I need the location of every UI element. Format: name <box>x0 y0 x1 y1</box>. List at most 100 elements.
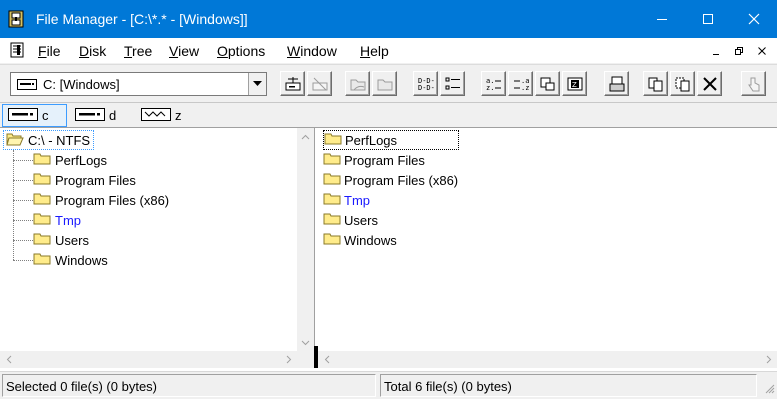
tree-vertical-scrollbar[interactable] <box>297 128 314 351</box>
svg-text:z.: z. <box>486 84 494 92</box>
sort-by-date-icon: Z <box>567 77 582 90</box>
scroll-left-icon[interactable] <box>0 351 17 368</box>
sort-by-date-button[interactable]: Z <box>562 71 587 96</box>
tree-item[interactable]: Program Files (x86) <box>13 190 169 210</box>
disconnect-network-drive-icon <box>312 77 327 90</box>
folder-icon <box>33 192 51 208</box>
list-item[interactable]: Users <box>323 210 378 230</box>
directory-tree-pane[interactable]: C:\ - NTFS PerfLogs Program Files Progra… <box>0 128 314 368</box>
folder-icon <box>33 252 51 268</box>
sort-by-size-button[interactable] <box>535 71 560 96</box>
sort-by-name-button[interactable]: a. z. <box>481 71 506 96</box>
drive-select[interactable]: C: [Windows] <box>10 72 267 96</box>
drive-d-button[interactable]: d <box>70 104 130 127</box>
list-item[interactable]: Windows <box>323 230 397 250</box>
stop-sharing-icon <box>377 79 392 90</box>
new-window-button[interactable] <box>604 71 629 96</box>
minimize-button[interactable] <box>639 0 685 38</box>
folder-icon <box>323 232 341 248</box>
sort-by-size-icon <box>540 77 554 90</box>
drive-z-button[interactable]: z <box>136 104 196 127</box>
tree-item[interactable]: Program Files <box>13 170 136 190</box>
drive-c-button[interactable]: c <box>2 104 67 127</box>
directory-contents-pane[interactable]: PerfLogs Program Files Program Files (x8… <box>318 128 777 368</box>
svg-text:Z: Z <box>572 81 577 89</box>
tree-item[interactable]: PerfLogs <box>13 150 107 170</box>
menu-help[interactable]: Help <box>360 43 389 59</box>
file-manager-app-icon[interactable] <box>8 10 24 28</box>
directory-horizontal-scrollbar[interactable] <box>318 351 777 368</box>
child-restore-button[interactable] <box>730 43 748 59</box>
close-icon <box>748 13 760 25</box>
folder-icon <box>323 192 341 208</box>
list-item[interactable]: Program Files (x86) <box>323 170 458 190</box>
hard-drive-icon <box>8 107 38 124</box>
minimize-icon <box>713 54 719 55</box>
svg-text:.z: .z <box>521 84 529 92</box>
sort-by-type-icon: .a.z <box>513 77 529 92</box>
folder-icon <box>33 152 51 168</box>
child-close-button[interactable] <box>753 43 771 59</box>
open-folder-icon <box>6 132 24 149</box>
menu-file[interactable]: File <box>38 43 61 59</box>
scroll-down-icon[interactable] <box>297 334 314 351</box>
hard-drive-icon <box>17 79 37 93</box>
tree-horizontal-scrollbar[interactable] <box>0 351 297 368</box>
close-button[interactable] <box>731 0 777 38</box>
delete-icon <box>702 76 717 91</box>
status-bar: Selected 0 file(s) (0 bytes) Total 6 fil… <box>0 371 777 399</box>
menu-tree[interactable]: Tree <box>124 43 152 59</box>
share-as-button[interactable] <box>345 71 370 96</box>
move-icon <box>675 77 689 91</box>
scroll-right-icon[interactable] <box>280 351 297 368</box>
folder-icon <box>323 152 341 168</box>
list-item[interactable]: Program Files <box>323 150 425 170</box>
help-pointer-button[interactable] <box>741 71 766 96</box>
tree-item[interactable]: Users <box>13 230 89 250</box>
title-bar[interactable]: File Manager - [C:\*.* - [Windows]] <box>0 0 777 38</box>
drive-bar: c d z <box>0 102 777 128</box>
list-item[interactable]: PerfLogs <box>323 130 459 150</box>
share-folder-icon <box>350 79 365 90</box>
menu-bar: File Disk Tree View Options Window Help <box>0 38 777 64</box>
restore-icon <box>735 47 743 55</box>
menu-options[interactable]: Options <box>217 43 265 59</box>
connect-network-drive-button[interactable] <box>280 71 305 96</box>
mdi-child-system-menu-icon[interactable] <box>9 42 27 59</box>
disconnect-network-drive-button[interactable] <box>307 71 332 96</box>
folder-icon <box>323 212 341 228</box>
large-icons-view-button[interactable]: D-D- D-D- <box>413 71 438 96</box>
drive-select-value: C: [Windows] <box>43 77 120 92</box>
scroll-left-icon[interactable] <box>318 351 335 368</box>
folder-icon <box>33 232 51 248</box>
list-view-button[interactable] <box>440 71 465 96</box>
menu-view[interactable]: View <box>169 43 199 59</box>
connect-network-drive-icon <box>285 76 300 90</box>
stop-sharing-button[interactable] <box>372 71 397 96</box>
list-item[interactable]: Tmp <box>323 190 370 210</box>
large-icons-view-icon: D-D-D-D- <box>418 77 435 92</box>
tree-item[interactable]: Tmp <box>13 210 81 230</box>
folder-icon <box>323 172 341 188</box>
tree-root-drive[interactable]: C:\ - NTFS <box>3 130 95 150</box>
menu-window[interactable]: Window <box>287 43 337 59</box>
folder-icon <box>33 212 51 228</box>
sort-by-name-icon: a.z. <box>486 77 501 92</box>
child-minimize-button[interactable] <box>707 43 725 59</box>
delete-button[interactable] <box>697 71 722 96</box>
chevron-down-icon[interactable] <box>248 73 266 95</box>
menu-disk[interactable]: Disk <box>79 43 106 59</box>
scroll-up-icon[interactable] <box>297 128 314 145</box>
toolbar: C: [Windows] D-D- D-D- a. z. .a .z Z <box>0 64 777 102</box>
scrollbar-corner <box>297 351 314 368</box>
scroll-right-icon[interactable] <box>760 351 777 368</box>
copy-button[interactable] <box>643 71 668 96</box>
new-window-icon <box>609 76 624 91</box>
resize-grip-icon[interactable] <box>763 382 775 397</box>
sort-by-type-button[interactable]: .a .z <box>508 71 533 96</box>
tree-item[interactable]: Windows <box>13 250 108 270</box>
move-button[interactable] <box>670 71 695 96</box>
maximize-button[interactable] <box>685 0 731 38</box>
folder-icon <box>324 132 342 148</box>
svg-text:D-D-: D-D- <box>418 84 435 92</box>
